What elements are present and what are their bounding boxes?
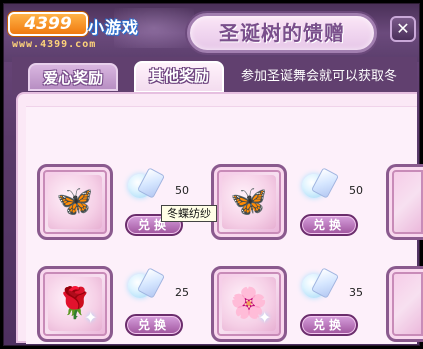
logo-url: www.4399.com [12,39,97,50]
logo-text: 小游戏 [88,18,140,37]
sparkle-icon: ✦ [84,308,98,327]
item-cost: 25 [175,286,189,299]
exchange-button[interactable]: 兑换 [300,214,358,236]
sparkle-icon: ✦ [258,308,272,327]
close-button[interactable]: ✕ [390,16,416,42]
exchange-button[interactable]: 兑换 [300,314,358,336]
item-tooltip: 冬蝶纺纱 [161,205,217,222]
item-thumbnail[interactable]: 🦋 [211,164,287,240]
gauze-material-icon [128,167,166,202]
close-icon: ✕ [396,19,410,38]
tab-other-reward[interactable]: 其他奖励 [134,61,224,93]
gauze-material-icon [302,267,340,302]
item-cost: 50 [175,184,189,197]
item-thumbnail-partial[interactable] [386,266,423,342]
event-notice: 参加圣诞舞会就可以获取冬 [241,69,398,84]
gauze-material-icon [128,267,166,302]
butterfly-icon: 🦋 [230,184,268,219]
page-title: 圣诞树的馈赠 [219,21,345,45]
title-plate: 圣诞树的馈赠 [187,13,377,53]
item-cost: 35 [349,286,363,299]
tab-love-reward[interactable]: 爱心奖励 [28,63,118,91]
gauze-material-icon [302,167,340,202]
item-thumbnail-partial[interactable] [386,164,423,240]
item-cost: 50 [349,184,363,197]
logo-number: 4399 [8,12,88,36]
item-thumbnail[interactable]: 🦋 [37,164,113,240]
item-thumbnail[interactable]: 🌸 [211,266,287,342]
item-thumbnail[interactable]: 🌹 [37,266,113,342]
exchange-button[interactable]: 兑换 [125,314,183,336]
site-logo[interactable]: 4399 小游戏 www.4399.com [8,8,148,54]
butterfly-icon: 🦋 [56,184,94,219]
